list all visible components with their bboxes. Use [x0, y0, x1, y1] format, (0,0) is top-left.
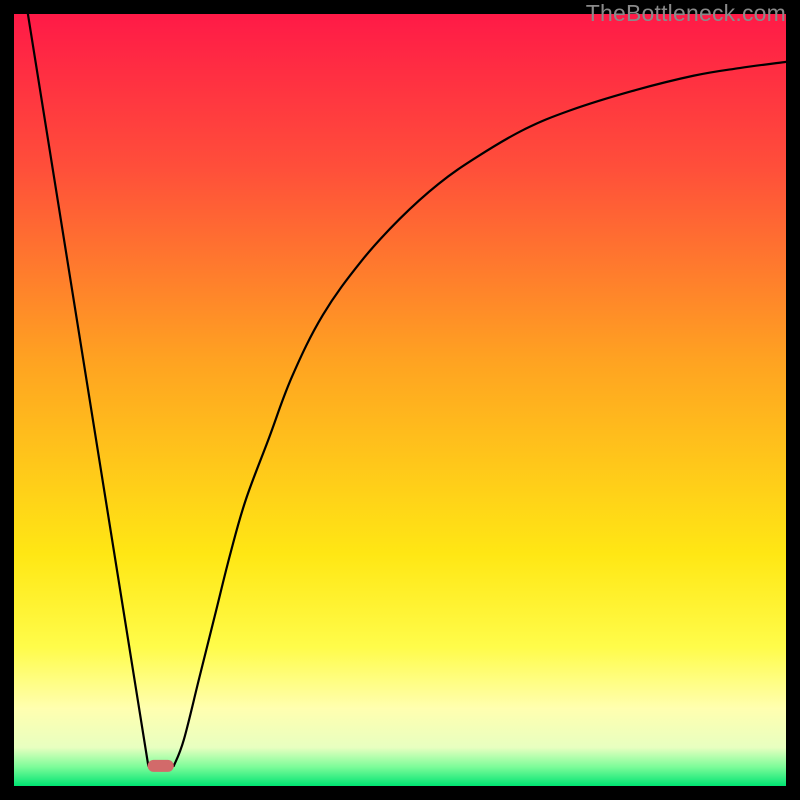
watermark-label: TheBottleneck.com	[586, 0, 786, 27]
gradient-background	[14, 14, 786, 786]
bottleneck-marker	[148, 760, 174, 772]
bottleneck-chart	[14, 14, 786, 786]
